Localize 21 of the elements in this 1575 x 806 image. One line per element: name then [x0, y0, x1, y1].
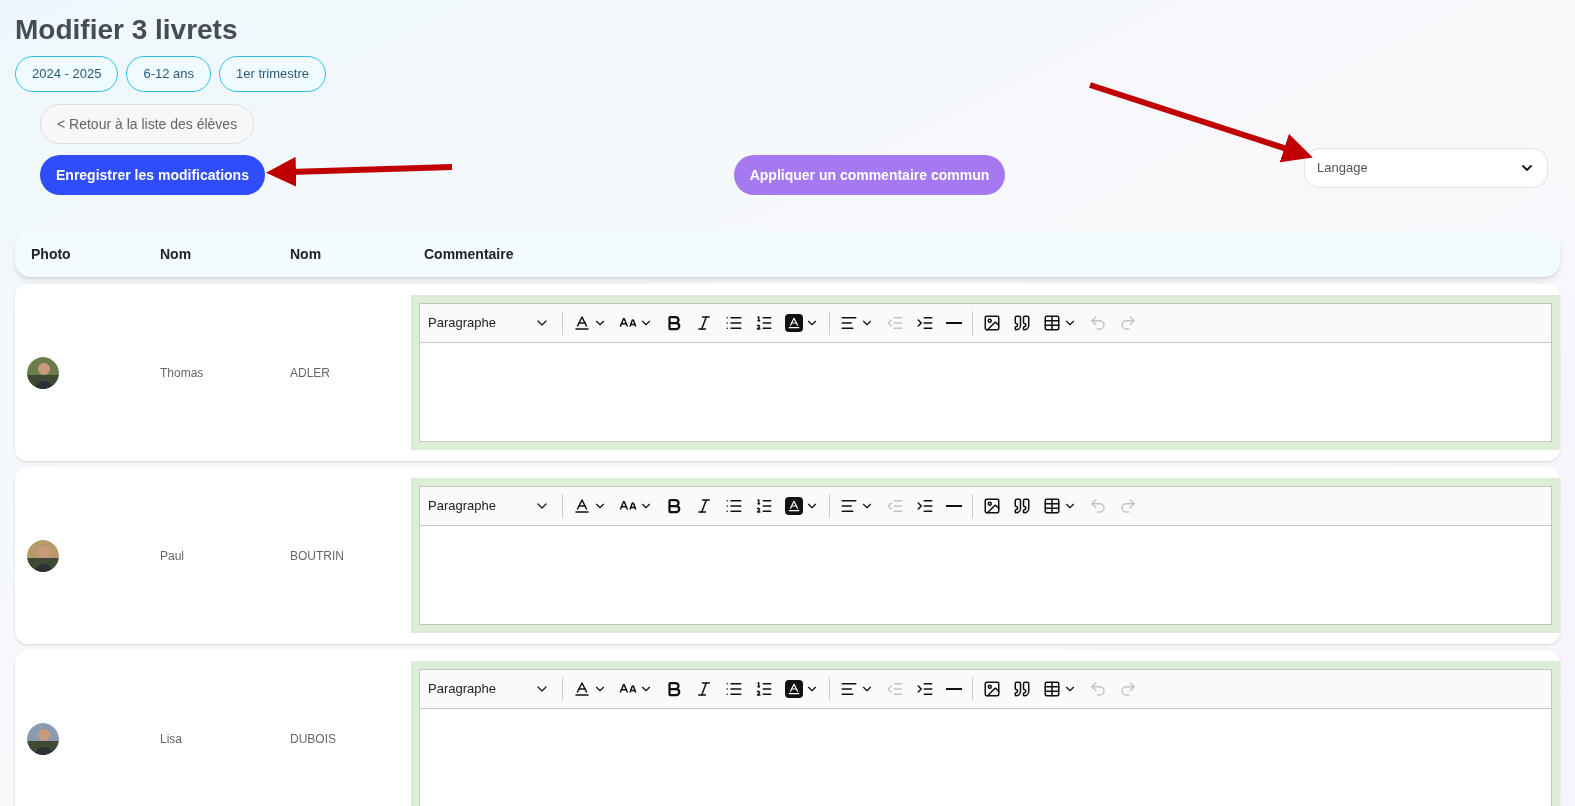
table-cell-text: ADLER	[290, 364, 331, 382]
table-cell-text: Paul	[160, 547, 186, 565]
save-button[interactable]: Enregistrer les modifications	[40, 155, 265, 195]
table-cell-text: DUBOIS	[290, 730, 337, 748]
column-header: Commentaire	[424, 244, 515, 264]
paragraph-dropdown[interactable]: Paragraphe	[428, 313, 558, 333]
filter-chip: 2024 - 2025	[15, 56, 119, 92]
filter-chip: 1er trimestre	[219, 56, 326, 92]
table-cell-text: BOUTRIN	[290, 547, 345, 565]
table-cell-text: Thomas	[160, 364, 205, 382]
filter-chip: 6-12 ans	[126, 56, 211, 92]
select-placeholder: Langage	[1317, 159, 1368, 178]
column-header: Photo	[30, 244, 72, 264]
table-cell-text: Lisa	[160, 730, 183, 748]
page-title: Modifier 3 livrets	[15, 13, 239, 47]
paragraph-dropdown[interactable]: Paragraphe	[428, 679, 558, 699]
back-button[interactable]: < Retour à la liste des élèves	[40, 104, 255, 144]
language-select[interactable]: Langage	[1304, 148, 1548, 188]
column-header: Nom	[290, 244, 323, 264]
column-header: Nom	[160, 244, 193, 264]
paragraph-dropdown[interactable]: Paragraphe	[428, 496, 558, 516]
